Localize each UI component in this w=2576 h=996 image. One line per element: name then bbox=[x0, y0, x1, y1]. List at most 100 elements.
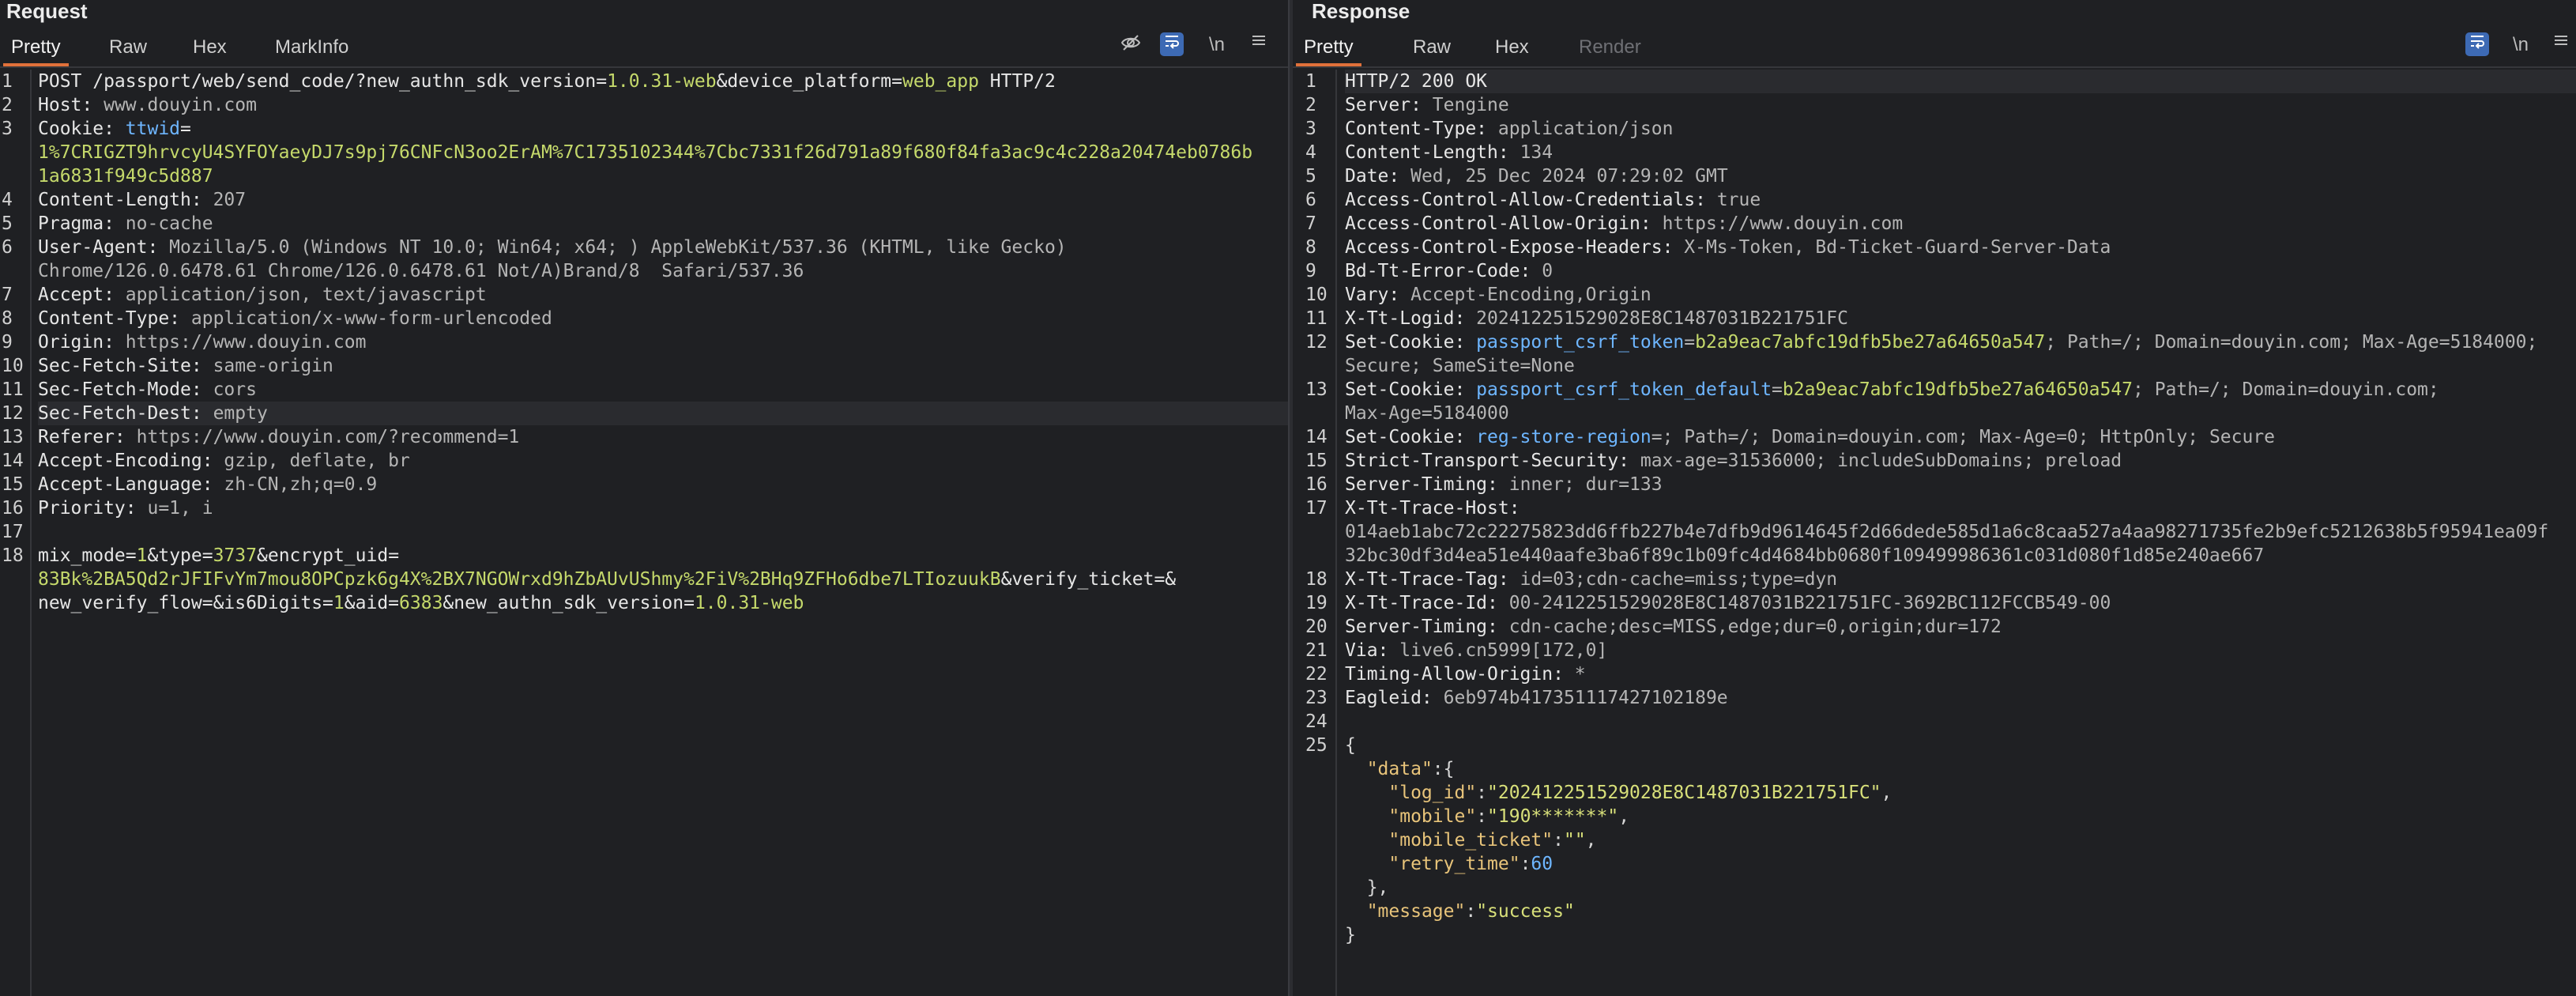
code-line[interactable]: Sec-Fetch-Mode: cors bbox=[38, 378, 1288, 402]
code-line[interactable]: Server: Tengine bbox=[1345, 93, 2576, 117]
code-line[interactable]: User-Agent: Mozilla/5.0 (Windows NT 10.0… bbox=[38, 236, 1288, 259]
code-line[interactable]: Max-Age=5184000 bbox=[1345, 402, 2576, 425]
response-tab-raw[interactable]: Raw bbox=[1405, 34, 1459, 66]
code-line[interactable]: Content-Length: 207 bbox=[38, 188, 1288, 212]
code-line[interactable]: Accept-Encoding: gzip, deflate, br bbox=[38, 449, 1288, 473]
line-number: 17 bbox=[1305, 498, 1328, 519]
code-line[interactable]: { bbox=[1345, 734, 2576, 757]
code-line[interactable] bbox=[38, 520, 1288, 544]
code-line[interactable]: 1%7CRIGZT9hrvcyU4SYFOYaeyDJ7s9pj76CNFcN3… bbox=[38, 141, 1288, 164]
code-line[interactable]: Sec-Fetch-Site: same-origin bbox=[38, 354, 1288, 378]
request-editor[interactable]: 1 2 3 4 5 6 7 8 9 10 11 12 13 14 15 16 17 18 POST /passpo… bbox=[0, 70, 1288, 996]
code-line[interactable]: Access-Control-Expose-Headers: X-Ms-Toke… bbox=[1345, 236, 2576, 259]
code-line[interactable]: X-Tt-Trace-Id: 00-2412251529028E8C148703… bbox=[1345, 591, 2576, 615]
response-tabbar: Pretty Raw Hex Render bbox=[1293, 24, 2576, 68]
code-line[interactable]: Via: live6.cn5999[172,0] bbox=[1345, 639, 2576, 662]
code-line[interactable]: POST /passport/web/send_code/?new_authn_… bbox=[38, 70, 1288, 93]
code-line[interactable]: Cookie: ttwid= bbox=[38, 117, 1288, 141]
request-tab-markinfo[interactable]: MarkInfo bbox=[267, 34, 356, 66]
code-line[interactable]: Server-Timing: cdn-cache;desc=MISS,edge;… bbox=[1345, 615, 2576, 639]
code-line[interactable]: Secure; SameSite=None bbox=[1345, 354, 2576, 378]
code-line[interactable]: Set-Cookie: passport_csrf_token=b2a9eac7… bbox=[1345, 330, 2576, 354]
code-line[interactable]: Content-Type: application/x-www-form-url… bbox=[38, 307, 1288, 330]
code-token: User-Agent: bbox=[38, 237, 170, 258]
code-line[interactable]: "mobile":"190*******", bbox=[1345, 805, 2576, 828]
code-line[interactable]: "message":"success" bbox=[1345, 900, 2576, 923]
code-token: new_authn_sdk_version bbox=[366, 71, 597, 92]
code-token: X-Tt-Logid: bbox=[1345, 308, 1477, 329]
code-line[interactable]: X-Tt-Trace-Host: bbox=[1345, 496, 2576, 520]
code-line[interactable]: Set-Cookie: passport_csrf_token_default=… bbox=[1345, 378, 2576, 402]
code-line[interactable]: HTTP/2 200 OK bbox=[1345, 70, 2576, 93]
response-tab-pretty[interactable]: Pretty bbox=[1296, 34, 1361, 66]
code-line[interactable]: Server-Timing: inner; dur=133 bbox=[1345, 473, 2576, 496]
code-line[interactable]: Host: www.douyin.com bbox=[38, 93, 1288, 117]
line-number: 12 bbox=[1305, 332, 1328, 353]
code-line[interactable]: Accept-Language: zh-CN,zh;q=0.9 bbox=[38, 473, 1288, 496]
code-line[interactable]: mix_mode=1&type=3737&encrypt_uid= bbox=[38, 544, 1288, 568]
code-line[interactable]: Accept: application/json, text/javascrip… bbox=[38, 283, 1288, 307]
code-token: : bbox=[1520, 854, 1531, 874]
response-editor[interactable]: 1 2 3 4 5 6 7 8 9 10 11 12 13 14 15 16 17 18 19 20 21 22 23 24 2… bbox=[1293, 70, 2576, 996]
code-token: 83Bk%2BA5Qd2rJFIFvYm7mou8OPCpzk6g4X%2BX7… bbox=[38, 569, 1001, 590]
menu-icon[interactable] bbox=[1247, 32, 1271, 58]
request-code[interactable]: POST /passport/web/send_code/?new_authn_… bbox=[38, 70, 1288, 996]
code-line[interactable]: Chrome/126.0.6478.61 Chrome/126.0.6478.6… bbox=[38, 259, 1288, 283]
code-token: ; Path=/; Domain=douyin.com; bbox=[2133, 379, 2439, 400]
line-number: 21 bbox=[1305, 640, 1328, 661]
code-line[interactable]: 1a6831f949c5d887 bbox=[38, 164, 1288, 188]
code-line[interactable]: Bd-Tt-Error-Code: 0 bbox=[1345, 259, 2576, 283]
code-line[interactable]: } bbox=[1345, 923, 2576, 947]
code-line[interactable]: Priority: u=1, i bbox=[38, 496, 1288, 520]
code-line[interactable]: Eagleid: 6eb974b417351117427102189e bbox=[1345, 686, 2576, 710]
newline-toggle[interactable]: \n bbox=[2506, 32, 2535, 58]
code-line[interactable]: Date: Wed, 25 Dec 2024 07:29:02 GMT bbox=[1345, 164, 2576, 188]
code-line[interactable]: "mobile_ticket":"", bbox=[1345, 828, 2576, 852]
code-token: Server: bbox=[1345, 95, 1433, 115]
code-token: reg-store-region bbox=[1476, 427, 1651, 447]
code-line[interactable]: Content-Length: 134 bbox=[1345, 141, 2576, 164]
code-token: =; Path=/; Domain=douyin.com; Max-Age=0;… bbox=[1651, 427, 2276, 447]
code-line[interactable]: Set-Cookie: reg-store-region=; Path=/; D… bbox=[1345, 425, 2576, 449]
newline-toggle[interactable]: \n bbox=[1203, 32, 1231, 58]
code-line[interactable]: Pragma: no-cache bbox=[38, 212, 1288, 236]
code-line[interactable]: "retry_time":60 bbox=[1345, 852, 2576, 876]
menu-icon[interactable] bbox=[2549, 32, 2573, 58]
code-token: "data" bbox=[1366, 759, 1433, 779]
response-code[interactable]: HTTP/2 200 OK Server: Tengine Content-Type… bbox=[1345, 70, 2576, 996]
line-number: 15 bbox=[1305, 451, 1328, 471]
request-tab-pretty[interactable]: Pretty bbox=[3, 34, 69, 66]
response-line-gutter: 1 2 3 4 5 6 7 8 9 10 11 12 13 14 15 16 17 18 19 20 21 22 23 24 2… bbox=[1293, 70, 1337, 996]
code-line[interactable]: Access-Control-Allow-Credentials: true bbox=[1345, 188, 2576, 212]
code-line[interactable]: "log_id":"202412251529028E8C1487031B2217… bbox=[1345, 781, 2576, 805]
response-tab-hex[interactable]: Hex bbox=[1487, 34, 1537, 66]
request-tab-raw[interactable]: Raw bbox=[101, 34, 155, 66]
code-line[interactable]: Vary: Accept-Encoding,Origin bbox=[1345, 283, 2576, 307]
code-token: = bbox=[388, 593, 400, 613]
code-line[interactable]: new_verify_flow=&is6Digits=1&aid=6383&ne… bbox=[38, 591, 1288, 615]
wrap-lines-icon[interactable] bbox=[2465, 32, 2489, 56]
code-line[interactable]: Origin: https://www.douyin.com bbox=[38, 330, 1288, 354]
code-line[interactable]: "data":{ bbox=[1345, 757, 2576, 781]
code-line[interactable] bbox=[1345, 710, 2576, 734]
eye-off-icon[interactable] bbox=[1117, 32, 1144, 58]
code-line[interactable]: X-Tt-Trace-Tag: id=03;cdn-cache=miss;typ… bbox=[1345, 568, 2576, 591]
code-line[interactable]: X-Tt-Logid: 202412251529028E8C1487031B22… bbox=[1345, 307, 2576, 330]
code-token: Access-Control-Allow-Credentials: bbox=[1345, 190, 1717, 210]
code-line[interactable]: Timing-Allow-Origin: * bbox=[1345, 662, 2576, 686]
code-token: is6Digits bbox=[224, 593, 323, 613]
request-tab-hex[interactable]: Hex bbox=[185, 34, 235, 66]
code-token: 014aeb1abc72c22275823dd6ffb227b4e7dfb9d9… bbox=[1345, 522, 2549, 542]
code-line[interactable]: 83Bk%2BA5Qd2rJFIFvYm7mou8OPCpzk6g4X%2BX7… bbox=[38, 568, 1288, 591]
code-line[interactable]: Strict-Transport-Security: max-age=31536… bbox=[1345, 449, 2576, 473]
wrap-lines-icon[interactable] bbox=[1160, 32, 1184, 56]
code-line[interactable]: Referer: https://www.douyin.com/?recomme… bbox=[38, 425, 1288, 449]
code-line[interactable]: 014aeb1abc72c22275823dd6ffb227b4e7dfb9d9… bbox=[1345, 520, 2576, 544]
code-line[interactable]: }, bbox=[1345, 876, 2576, 900]
code-line[interactable]: Content-Type: application/json bbox=[1345, 117, 2576, 141]
code-line[interactable]: 32bc30df3d4ea51e440aafe3ba6f89c1b09fc4d4… bbox=[1345, 544, 2576, 568]
code-token: Date: bbox=[1345, 166, 1411, 187]
code-line[interactable]: Access-Control-Allow-Origin: https://www… bbox=[1345, 212, 2576, 236]
code-line[interactable]: Sec-Fetch-Dest: empty bbox=[38, 402, 1288, 425]
